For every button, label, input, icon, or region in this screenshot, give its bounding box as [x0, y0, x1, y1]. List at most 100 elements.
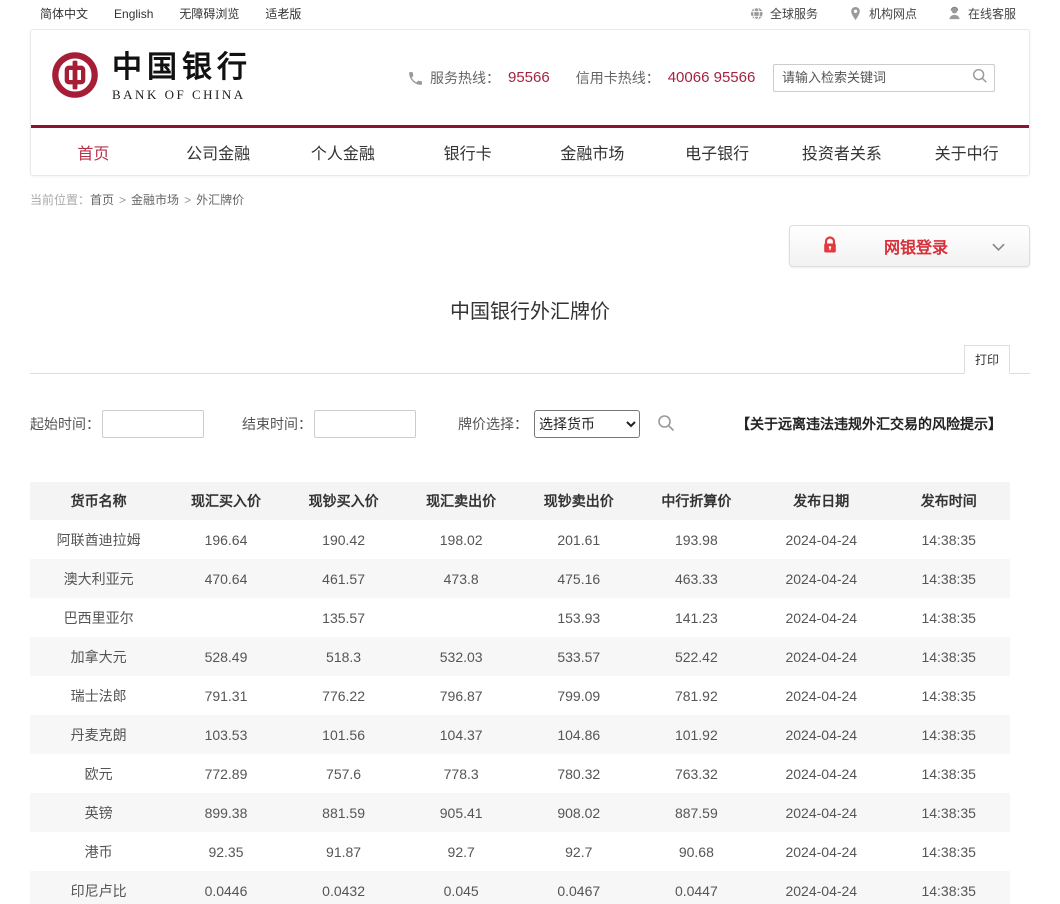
nav-item[interactable]: 公司金融 — [156, 140, 281, 164]
table-cell: 2024-04-24 — [755, 754, 887, 793]
table-cell: 141.23 — [638, 598, 756, 637]
table-cell: 799.09 — [520, 676, 638, 715]
table-cell: 2024-04-24 — [755, 715, 887, 754]
nav-item[interactable]: 关于中行 — [904, 140, 1029, 164]
table-cell: 198.02 — [402, 520, 520, 559]
online-service-link[interactable]: 在线客服 — [947, 5, 1016, 22]
table-cell: 103.53 — [167, 715, 285, 754]
exchange-rate-table: 货币名称现汇买入价现钞买入价现汇卖出价现钞卖出价中行折算价发布日期发布时间 阿联… — [30, 482, 1010, 904]
breadcrumb-item[interactable]: 首页 — [90, 193, 114, 207]
title-divider: 打印 — [30, 334, 1030, 374]
table-row: 澳大利亚元470.64461.57473.8475.16463.332024-0… — [30, 559, 1010, 598]
topbar-link[interactable]: English — [114, 7, 153, 21]
nav-item[interactable]: 首页 — [31, 140, 156, 164]
table-cell: 201.61 — [520, 520, 638, 559]
risk-notice-link[interactable]: 【关于远离违法违规外汇交易的风险提示】 — [736, 414, 1002, 434]
online-service-label: 在线客服 — [968, 5, 1016, 22]
credit-card-hotline-number: 40066 95566 — [668, 69, 756, 86]
main-navigation: 首页公司金融个人金融银行卡金融市场电子银行投资者关系关于中行 — [31, 125, 1029, 175]
topbar-link[interactable]: 适老版 — [265, 7, 301, 21]
topbar-link[interactable]: 无障碍浏览 — [179, 7, 239, 21]
nav-item[interactable]: 金融市场 — [530, 140, 655, 164]
end-date-label: 结束时间： — [242, 414, 312, 434]
table-cell: 澳大利亚元 — [30, 559, 167, 598]
table-cell: 757.6 — [285, 754, 403, 793]
table-cell: 0.0446 — [167, 871, 285, 904]
chevron-down-icon — [992, 239, 1005, 254]
globe-icon — [749, 6, 764, 21]
bank-logo[interactable]: 中国银行 BANK OF CHINA — [51, 51, 252, 104]
table-cell: 14:38:35 — [887, 793, 1010, 832]
page-title: 中国银行外汇牌价 — [0, 295, 1060, 324]
table-cell: 0.0432 — [285, 871, 403, 904]
nav-item[interactable]: 电子银行 — [655, 140, 780, 164]
print-button[interactable]: 打印 — [964, 345, 1010, 374]
table-cell: 阿联酋迪拉姆 — [30, 520, 167, 559]
column-header: 现钞买入价 — [285, 482, 403, 520]
phone-icon — [407, 70, 422, 85]
table-cell: 196.64 — [167, 520, 285, 559]
table-cell: 135.57 — [285, 598, 403, 637]
search-icon — [971, 73, 989, 88]
nav-item[interactable]: 投资者关系 — [780, 140, 905, 164]
table-cell: 14:38:35 — [887, 832, 1010, 871]
page: 简体中文 English 无障碍浏览 适老版 全球服务 机构网点 在线客服 — [0, 0, 1060, 904]
table-cell: 475.16 — [520, 559, 638, 598]
breadcrumb: 当前位置：首页>金融市场>外汇牌价 — [30, 191, 1030, 208]
table-row: 欧元772.89757.6778.3780.32763.322024-04-24… — [30, 754, 1010, 793]
nav-item[interactable]: 个人金融 — [281, 140, 406, 164]
start-date-input[interactable] — [102, 410, 204, 438]
location-pin-icon — [848, 6, 863, 21]
rate-select-label: 牌价选择： — [458, 414, 528, 434]
table-cell: 14:38:35 — [887, 676, 1010, 715]
global-services-link[interactable]: 全球服务 — [749, 5, 818, 22]
rate-search-button[interactable] — [654, 412, 678, 436]
table-cell: 461.57 — [285, 559, 403, 598]
site-header: 中国银行 BANK OF CHINA 服务热线：95566 信用卡热线：4006… — [30, 29, 1030, 176]
nav-item[interactable]: 银行卡 — [405, 140, 530, 164]
branch-locator-link[interactable]: 机构网点 — [848, 5, 917, 22]
start-date-label: 起始时间： — [30, 414, 100, 434]
table-cell: 巴西里亚尔 — [30, 598, 167, 637]
breadcrumb-item[interactable]: 金融市场 — [131, 193, 179, 207]
customer-service-icon — [947, 6, 962, 21]
table-cell: 0.045 — [402, 871, 520, 904]
table-cell: 908.02 — [520, 793, 638, 832]
table-row: 瑞士法郎791.31776.22796.87799.09781.922024-0… — [30, 676, 1010, 715]
search-icon — [656, 421, 676, 436]
table-cell: 780.32 — [520, 754, 638, 793]
header-top: 中国银行 BANK OF CHINA 服务热线：95566 信用卡热线：4006… — [31, 30, 1029, 125]
column-header: 现钞卖出价 — [520, 482, 638, 520]
table-cell: 101.92 — [638, 715, 756, 754]
table-cell: 528.49 — [167, 637, 285, 676]
table-cell: 905.41 — [402, 793, 520, 832]
table-cell: 776.22 — [285, 676, 403, 715]
login-row: 网银登录 — [30, 225, 1030, 267]
breadcrumb-separator: > — [119, 193, 126, 207]
table-cell: 14:38:35 — [887, 637, 1010, 676]
table-cell: 887.59 — [638, 793, 756, 832]
table-cell: 153.93 — [520, 598, 638, 637]
table-cell: 91.87 — [285, 832, 403, 871]
breadcrumb-item[interactable]: 外汇牌价 — [196, 193, 244, 207]
table-cell — [402, 598, 520, 637]
table-row: 港币92.3591.8792.792.790.682024-04-2414:38… — [30, 832, 1010, 871]
table-cell: 899.38 — [167, 793, 285, 832]
table-cell: 470.64 — [167, 559, 285, 598]
topbar-right-links: 全球服务 机构网点 在线客服 — [749, 5, 1016, 22]
table-row: 阿联酋迪拉姆196.64190.42198.02201.61193.982024… — [30, 520, 1010, 559]
search-button[interactable] — [968, 67, 992, 89]
search-input[interactable] — [773, 64, 995, 92]
table-cell: 92.7 — [402, 832, 520, 871]
currency-select[interactable]: 选择货币 — [534, 410, 640, 438]
table-cell: 778.3 — [402, 754, 520, 793]
ebanking-login-button[interactable]: 网银登录 — [789, 225, 1030, 267]
end-date-input[interactable] — [314, 410, 416, 438]
table-cell: 加拿大元 — [30, 637, 167, 676]
table-cell: 463.33 — [638, 559, 756, 598]
hotlines: 服务热线：95566 信用卡热线：40066 95566 — [407, 68, 755, 88]
table-header: 货币名称现汇买入价现钞买入价现汇卖出价现钞卖出价中行折算价发布日期发布时间 — [30, 482, 1010, 520]
boc-emblem-icon — [51, 51, 99, 104]
topbar-link[interactable]: 简体中文 — [40, 7, 88, 21]
table-cell: 2024-04-24 — [755, 793, 887, 832]
